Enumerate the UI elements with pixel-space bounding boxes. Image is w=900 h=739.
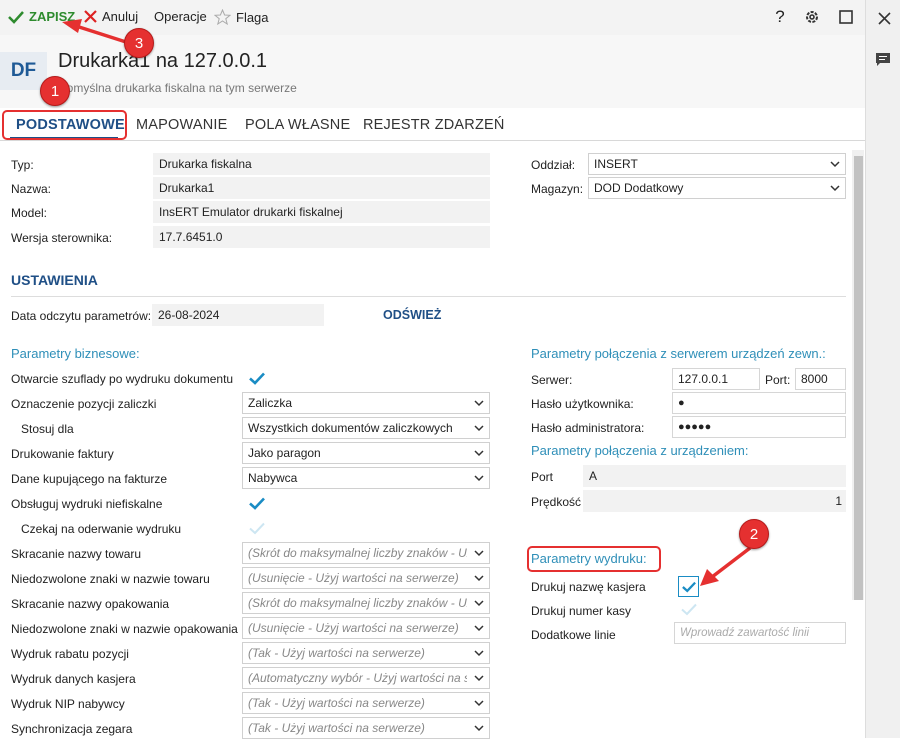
close-window-button[interactable] bbox=[874, 8, 894, 28]
annotation-badge-3: 3 bbox=[124, 28, 154, 58]
annotation-badge-1: 1 bbox=[40, 76, 70, 106]
comment-icon bbox=[876, 53, 890, 66]
arrow-line bbox=[710, 546, 752, 579]
arrowhead-icon bbox=[62, 19, 82, 33]
right-rail bbox=[865, 0, 900, 738]
arrow-line bbox=[75, 24, 127, 44]
annotation-arrows bbox=[62, 19, 752, 586]
close-icon bbox=[877, 11, 891, 25]
comment-button[interactable] bbox=[875, 52, 893, 68]
arrowhead-icon bbox=[700, 569, 719, 586]
annotation-badge-2: 2 bbox=[739, 519, 769, 549]
